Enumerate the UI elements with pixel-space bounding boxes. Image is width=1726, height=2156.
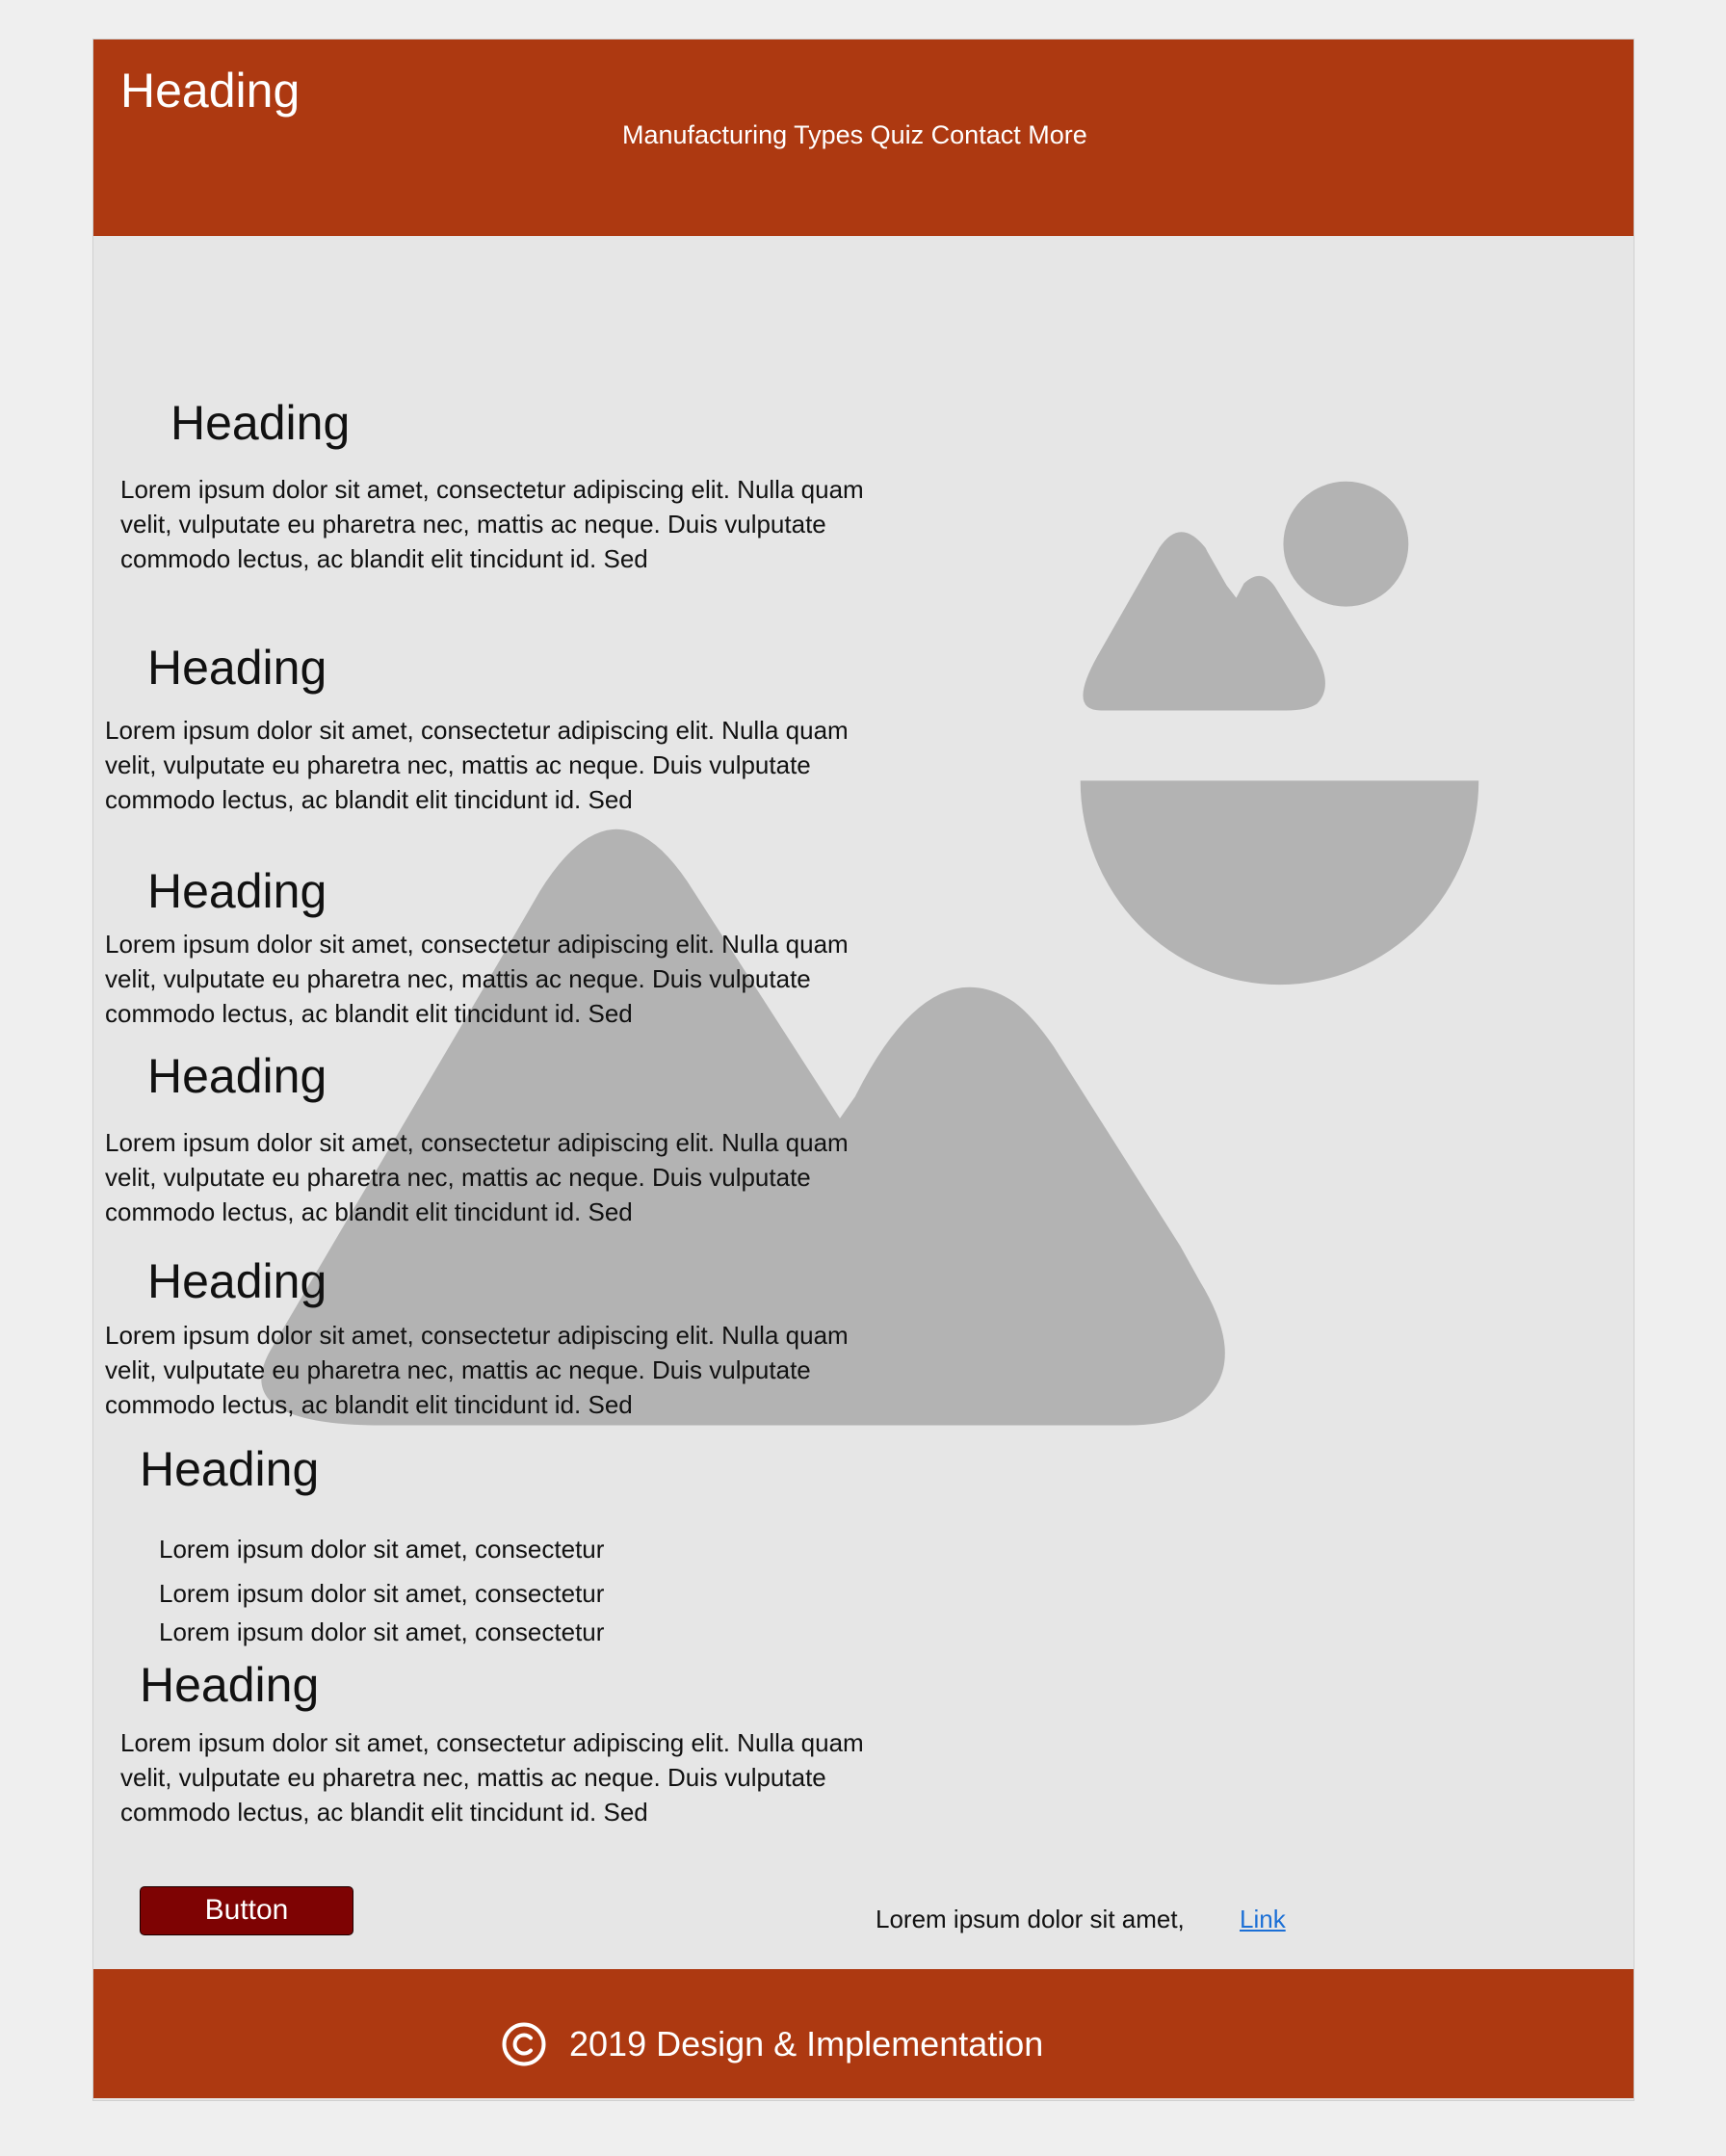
section-paragraph: Lorem ipsum dolor sit amet, consectetur … xyxy=(105,930,849,1028)
site-footer: 2019 Design & Implementation xyxy=(93,1969,1634,2098)
copyright-icon xyxy=(502,2022,546,2066)
section-heading: Heading xyxy=(147,641,327,695)
section-heading: Heading xyxy=(147,864,327,918)
section-heading: Heading xyxy=(147,1049,327,1103)
list-item: Lorem ipsum dolor sit amet, consectetur xyxy=(159,1579,605,1608)
section-paragraph: Lorem ipsum dolor sit amet, consectetur … xyxy=(105,1128,849,1226)
footer-note: Lorem ipsum dolor sit amet, xyxy=(876,1905,1185,1933)
section-paragraph: Lorem ipsum dolor sit amet, consectetur … xyxy=(105,716,849,814)
section-heading: Heading xyxy=(140,1658,320,1712)
primary-button[interactable]: Button xyxy=(140,1886,353,1935)
section-paragraph: Lorem ipsum dolor sit amet, consectetur … xyxy=(120,475,864,573)
page-frame: Heading Manufacturing Types Quiz Contact… xyxy=(92,39,1634,2101)
list-heading: Heading xyxy=(140,1442,320,1496)
list-item: Lorem ipsum dolor sit amet, consectetur xyxy=(159,1535,605,1564)
copyright-text: 2019 Design & Implementation xyxy=(569,2024,1044,2064)
section-heading: Heading xyxy=(147,1254,327,1308)
section-paragraph: Lorem ipsum dolor sit amet, consectetur … xyxy=(105,1321,849,1419)
list-item: Lorem ipsum dolor sit amet, consectetur xyxy=(159,1617,605,1646)
section-paragraph: Lorem ipsum dolor sit amet, consectetur … xyxy=(120,1728,864,1827)
copyright: 2019 Design & Implementation xyxy=(502,2022,1043,2066)
section-heading: Heading xyxy=(170,396,351,450)
footer-link[interactable]: Link xyxy=(1240,1905,1286,1934)
main-content: Heading Lorem ipsum dolor sit amet, cons… xyxy=(93,39,1634,2100)
